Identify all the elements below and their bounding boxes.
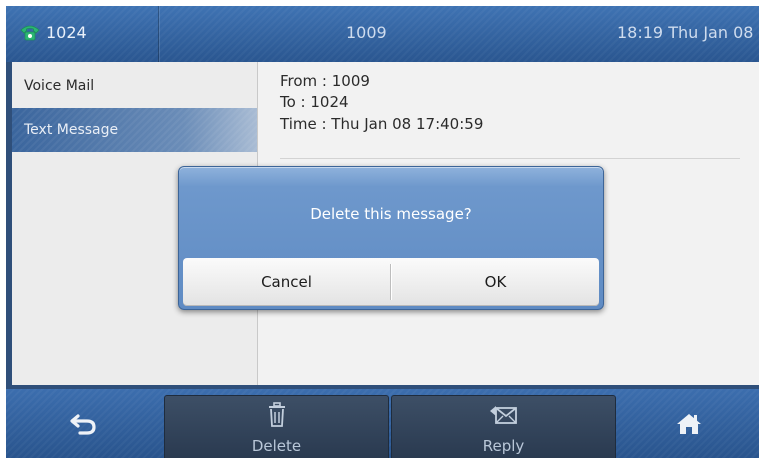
- back-arrow-icon: [70, 414, 96, 435]
- account-cell[interactable]: 1024: [6, 6, 159, 62]
- message-time: Time : Thu Jan 08 17:40:59: [280, 115, 484, 133]
- trash-icon: [268, 402, 285, 427]
- dialog-button-row: Cancel OK: [183, 258, 599, 306]
- sidebar-item-voice-mail[interactable]: Voice Mail: [12, 64, 257, 108]
- button-divider: [390, 264, 391, 300]
- message-from: From : 1009: [280, 72, 370, 90]
- softkey-bar: Delete Reply: [6, 389, 759, 458]
- delete-softkey[interactable]: Delete: [164, 395, 389, 458]
- reply-label: Reply: [482, 437, 525, 455]
- dialog-message: Delete this message?: [310, 205, 472, 223]
- message-to: To : 1024: [280, 93, 349, 111]
- phone-icon: [20, 25, 40, 41]
- reply-softkey[interactable]: Reply: [391, 395, 616, 458]
- home-softkey[interactable]: [618, 395, 759, 458]
- contact-title: 1009: [346, 23, 387, 42]
- delete-label: Delete: [251, 437, 302, 455]
- account-number: 1024: [46, 23, 87, 42]
- status-bar: 1024 1009 18:19 Thu Jan 08: [6, 6, 759, 62]
- sidebar-item-text-message[interactable]: Text Message: [12, 108, 257, 152]
- ok-button[interactable]: OK: [392, 258, 599, 306]
- clock: 18:19 Thu Jan 08: [617, 23, 754, 42]
- cancel-button[interactable]: Cancel: [183, 258, 390, 306]
- home-icon: [676, 414, 701, 434]
- envelope-reply-icon: [489, 406, 517, 424]
- phone-screen: 1024 1009 18:19 Thu Jan 08 Voice Mail Te…: [6, 6, 759, 458]
- delete-confirm-dialog: Delete this message? Cancel OK: [178, 166, 604, 310]
- header-divider: [280, 158, 740, 159]
- back-softkey[interactable]: [6, 395, 162, 458]
